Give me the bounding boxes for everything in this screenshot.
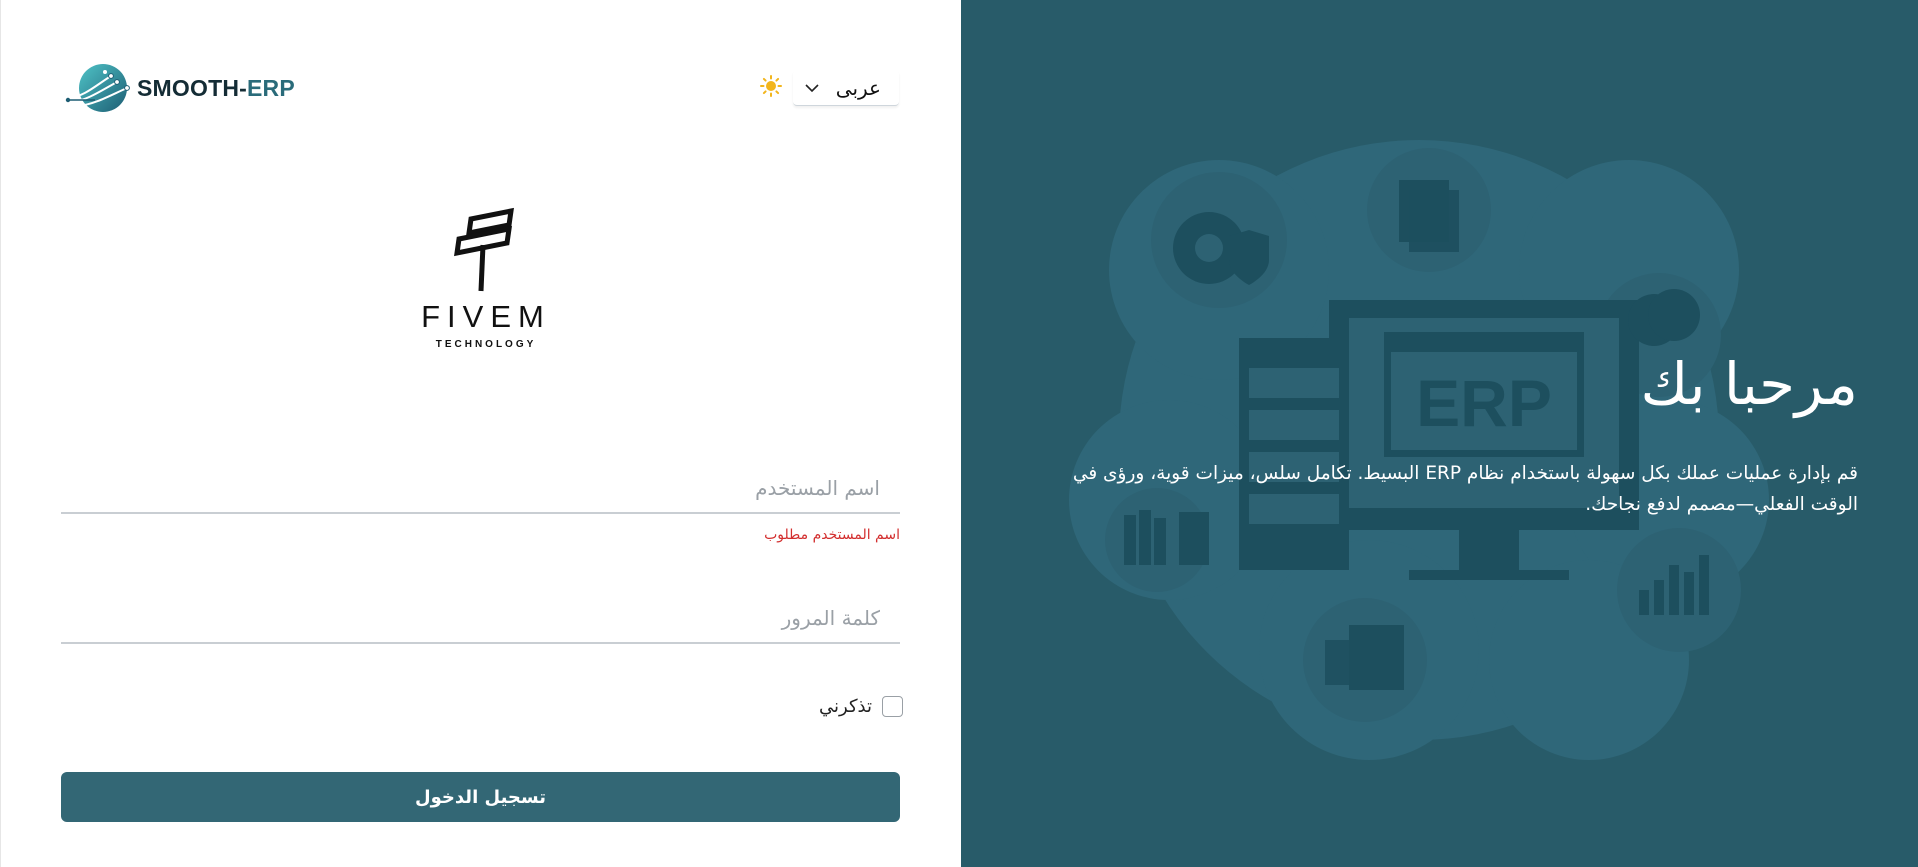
password-field[interactable] — [61, 594, 900, 644]
smooth-erp-logo-icon — [65, 64, 130, 112]
illustration-erp-text: ERP — [1416, 366, 1552, 440]
language-select[interactable]: عربى — [793, 70, 899, 106]
username-input[interactable] — [61, 464, 900, 512]
remember-me[interactable]: تذكرني — [819, 696, 903, 717]
welcome-description: قم بإدارة عمليات عملك بكل سهولة باستخدام… — [1072, 463, 1858, 515]
sun-icon[interactable] — [760, 75, 782, 97]
company-name: FIVEM — [421, 299, 551, 334]
remember-checkbox[interactable] — [881, 696, 903, 717]
brand-logo: SMOOTH-ERP — [65, 62, 295, 114]
login-button[interactable]: تسجيل الدخول — [61, 772, 900, 822]
username-error: اسم المستخدم مطلوب — [764, 527, 900, 543]
password-input[interactable] — [61, 594, 900, 642]
welcome-title: مرحبا بك — [1640, 350, 1858, 418]
company-logo: FIVEM TECHNOLOGY — [411, 205, 561, 365]
username-field[interactable] — [61, 464, 900, 514]
chevron-down-icon — [805, 83, 819, 92]
welcome-panel: ERP مرحبا بك قم بإدارة عمليات عملك بكل س… — [961, 0, 1918, 867]
brand-name: SMOOTH-ERP — [137, 74, 295, 101]
language-label: عربى — [835, 75, 881, 100]
company-mark-icon — [454, 207, 514, 292]
erp-illustration: ERP — [1069, 140, 1769, 760]
login-panel: SMOOTH-ERP عربى FIVEM TECHNOLOGY اسم الم… — [0, 0, 961, 867]
company-tagline: TECHNOLOGY — [435, 339, 537, 350]
remember-label: تذكرني — [819, 696, 872, 717]
